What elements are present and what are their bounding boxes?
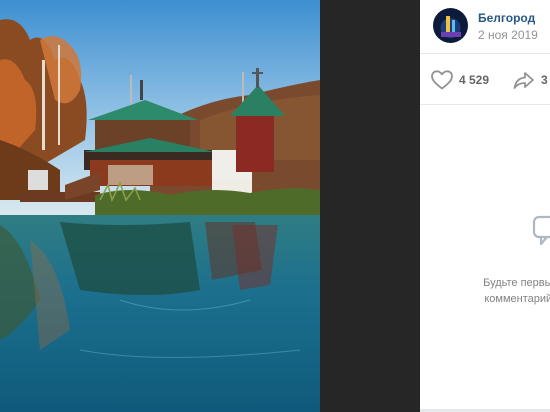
empty-comments-text-1: Будьте первым, кто оставит: [483, 277, 550, 289]
author-name-link[interactable]: Белгород: [478, 11, 535, 25]
author-avatar[interactable]: [433, 8, 468, 43]
share-button[interactable]: 3: [512, 67, 548, 93]
post-actions: 4 529 3: [420, 55, 550, 105]
empty-comments-text-2: комментарий к этой записи: [484, 293, 550, 305]
lake-house-photo: [0, 0, 320, 412]
post-date-link[interactable]: 2 ноя 2019: [478, 28, 538, 42]
heart-icon: [431, 70, 453, 90]
post-photo[interactable]: [0, 0, 320, 412]
comment-bubble-icon: [532, 215, 550, 246]
like-button[interactable]: 4 529: [430, 67, 489, 93]
avatar-image: [433, 8, 468, 43]
share-icon: [513, 72, 534, 89]
share-count: 3: [541, 73, 548, 87]
like-count: 4 529: [459, 73, 490, 87]
comments-area: Будьте первым, кто оставит комментарий к…: [420, 106, 550, 412]
post-side-panel: Белгород 2 ноя 2019 4 529 3 Будьте первы…: [420, 0, 550, 412]
viewer-gap: [320, 0, 420, 412]
post-header: Белгород 2 ноя 2019: [420, 0, 550, 54]
